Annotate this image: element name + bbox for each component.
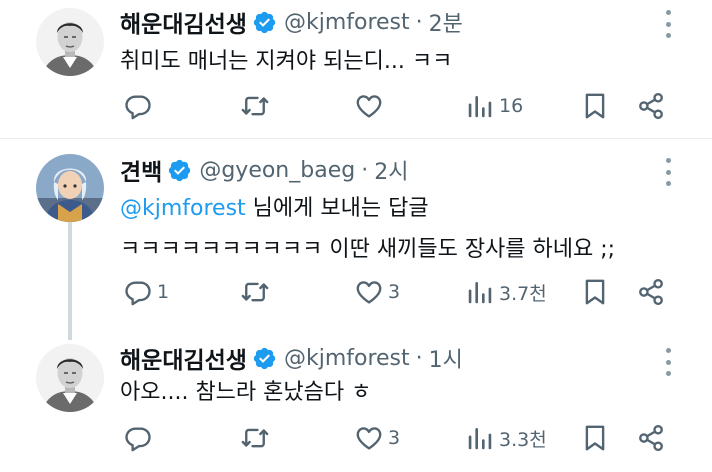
bookmark-button[interactable]	[580, 86, 610, 126]
like-count: 3	[388, 281, 401, 303]
retweet-icon	[240, 91, 270, 121]
action-bar: 1 3 3.7천	[0, 272, 712, 312]
more-icon[interactable]	[664, 10, 672, 38]
views-icon	[465, 91, 495, 121]
tweet[interactable]: 해운대김선생 @kjmforest · 2분 취미도 매너는 지켜야 되는디..…	[0, 0, 712, 138]
more-icon[interactable]	[664, 348, 672, 376]
views-button[interactable]: 3.7천	[465, 272, 547, 312]
like-icon	[354, 277, 384, 307]
views-button[interactable]: 3.3천	[465, 418, 547, 458]
bookmark-button[interactable]	[580, 272, 610, 312]
like-button[interactable]: 3	[354, 418, 400, 458]
separator-dot: ·	[361, 157, 369, 183]
view-count: 3.7천	[499, 282, 547, 305]
reply-icon	[123, 91, 153, 121]
avatar[interactable]	[36, 154, 104, 222]
share-button[interactable]	[636, 272, 666, 312]
retweet-button[interactable]	[240, 86, 274, 126]
reply-button[interactable]	[123, 86, 157, 126]
views-icon	[465, 423, 495, 453]
views-icon	[465, 277, 495, 307]
verified-badge-icon	[167, 158, 192, 183]
more-icon[interactable]	[664, 158, 672, 186]
bookmark-icon	[580, 91, 610, 121]
reply-icon	[123, 423, 153, 453]
view-count: 16	[499, 95, 524, 117]
tweet-header: 견백 @gyeon_baeg · 2시	[120, 150, 408, 190]
timestamp[interactable]: 1시	[429, 342, 463, 374]
retweet-icon	[240, 277, 270, 307]
tweet-text: 취미도 매너는 지켜야 되는디... ㅋㅋ	[120, 49, 453, 74]
tweet-header: 해운대김선생 @kjmforest · 2분	[120, 2, 463, 42]
avatar[interactable]	[36, 344, 104, 412]
like-button[interactable]	[354, 86, 388, 126]
bookmark-button[interactable]	[580, 418, 610, 458]
share-icon	[636, 277, 666, 307]
reply-button[interactable]: 1	[123, 272, 169, 312]
replying-to: @kjmforest 님에게 보내는 답글	[120, 190, 429, 222]
display-name[interactable]: 해운대김선생	[120, 341, 247, 375]
reply-button[interactable]	[123, 418, 157, 458]
verified-badge-icon	[252, 10, 277, 35]
tweet-text: ㅋㅋㅋㅋㅋㅋㅋㅋㅋㅋ 이딴 새끼들도 장사를 하네요 ;;	[120, 237, 616, 262]
user-handle[interactable]: @kjmforest	[284, 346, 410, 371]
avatar[interactable]	[36, 8, 104, 76]
retweet-button[interactable]	[240, 272, 274, 312]
like-icon	[354, 423, 384, 453]
views-button[interactable]: 16	[465, 86, 523, 126]
reply-count: 1	[157, 281, 170, 303]
reply-icon	[123, 277, 153, 307]
verified-badge-icon	[252, 346, 277, 371]
user-handle[interactable]: @gyeon_baeg	[199, 158, 355, 183]
share-button[interactable]	[636, 418, 666, 458]
display-name[interactable]: 견백	[120, 153, 162, 187]
like-icon	[354, 91, 384, 121]
share-icon	[636, 423, 666, 453]
separator-dot: ·	[415, 345, 423, 371]
display-name[interactable]: 해운대김선생	[120, 5, 247, 39]
tweet-header: 해운대김선생 @kjmforest · 1시	[120, 338, 463, 378]
tweet[interactable]: 해운대김선생 @kjmforest · 1시 아오.... 참느라 혼났슴다 ㅎ…	[0, 338, 712, 472]
action-bar: 3 3.3천	[0, 418, 712, 458]
action-bar: 16	[0, 86, 712, 126]
like-count: 3	[388, 427, 401, 449]
divider	[0, 138, 712, 139]
user-handle[interactable]: @kjmforest	[284, 10, 410, 35]
like-button[interactable]: 3	[354, 272, 400, 312]
retweet-button[interactable]	[240, 418, 274, 458]
share-icon	[636, 91, 666, 121]
view-count: 3.3천	[499, 428, 547, 451]
share-button[interactable]	[636, 86, 666, 126]
retweet-icon	[240, 423, 270, 453]
bookmark-icon	[580, 277, 610, 307]
replying-to-label: 님에게 보내는 답글	[245, 196, 429, 221]
timestamp[interactable]: 2시	[374, 154, 408, 186]
separator-dot: ·	[415, 9, 423, 35]
bookmark-icon	[580, 423, 610, 453]
tweet-text: 아오.... 참느라 혼났슴다 ㅎ	[120, 380, 372, 405]
tweet[interactable]: 견백 @gyeon_baeg · 2시 @kjmforest 님에게 보내는 답…	[0, 148, 712, 320]
mention-link[interactable]: @kjmforest	[120, 196, 246, 221]
timestamp[interactable]: 2분	[429, 6, 463, 38]
